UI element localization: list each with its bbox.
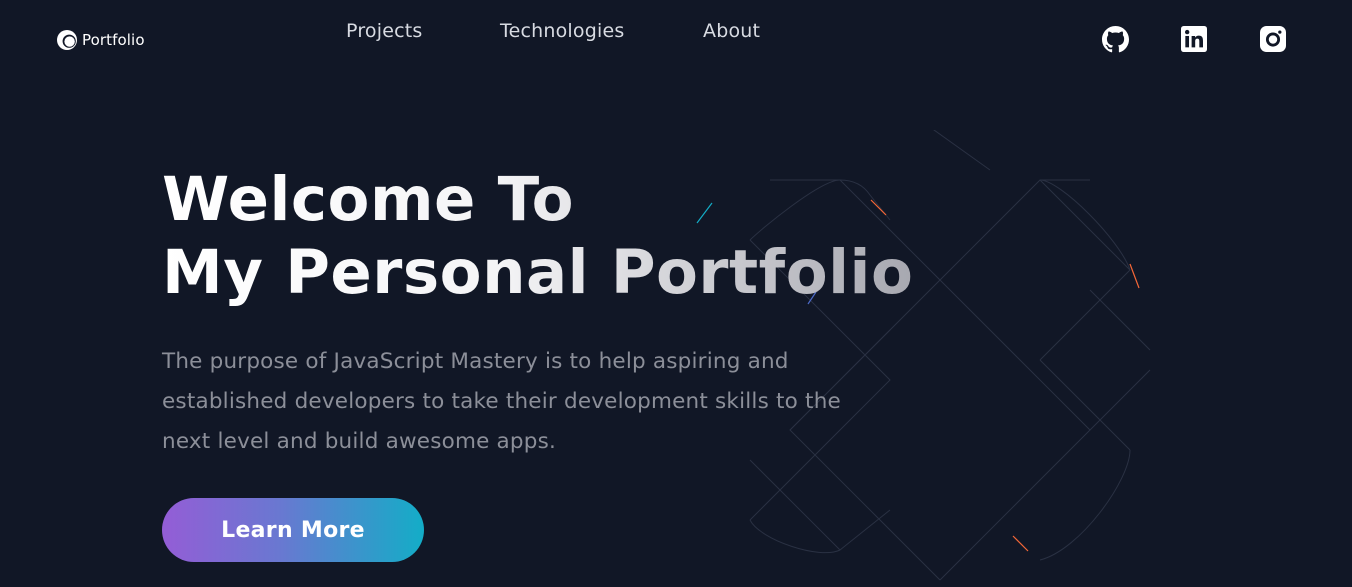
learn-more-button[interactable]: Learn More: [162, 498, 424, 562]
hero-description: The purpose of JavaScript Mastery is to …: [162, 349, 841, 454]
linkedin-link[interactable]: [1181, 26, 1208, 53]
instagram-icon: [1260, 26, 1287, 52]
hero-title-line-2: My Personal Portfolio: [162, 237, 914, 308]
nav-link-about[interactable]: About: [703, 20, 760, 42]
brand-logo-link[interactable]: Portfolio: [56, 29, 145, 51]
hero-title: Welcome To My Personal Portfolio: [162, 163, 913, 309]
hero-title-line-1: Welcome To: [162, 164, 575, 235]
instagram-link[interactable]: [1260, 26, 1287, 53]
portfolio-page: Portfolio Projects Technologies About We…: [0, 0, 1352, 587]
nav-link-technologies[interactable]: Technologies: [500, 20, 624, 42]
brand-label: Portfolio: [82, 31, 145, 49]
nav-link-projects[interactable]: Projects: [346, 20, 423, 42]
portfolio-logo-icon: [56, 29, 78, 51]
linkedin-icon: [1181, 26, 1208, 52]
github-icon: [1102, 26, 1129, 53]
github-link[interactable]: [1102, 26, 1129, 53]
